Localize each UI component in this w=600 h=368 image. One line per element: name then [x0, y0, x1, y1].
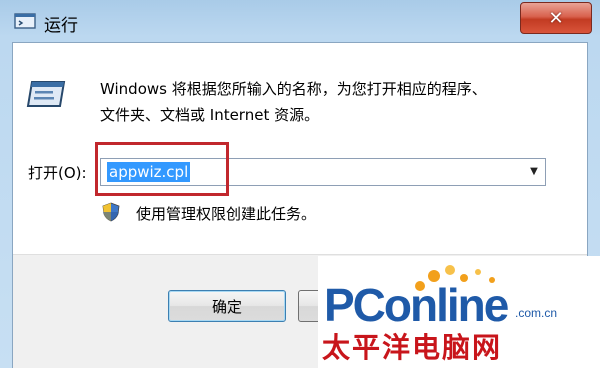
instruction-text: Windows 将根据您所输入的名称，为您打开相应的程序、 文件夹、文档或 In… [100, 76, 570, 128]
open-label: 打开(O): [28, 164, 87, 182]
watermark-brand: PConline [324, 279, 509, 331]
instruction-line-1: Windows 将根据您所输入的名称，为您打开相应的程序、 [100, 80, 487, 98]
uac-shield-icon [102, 202, 120, 222]
pconline-watermark: PConline .com.cn 太平洋电脑网 [318, 256, 600, 368]
annotation-highlight-box [95, 142, 229, 196]
run-dialog: 运行 ✕ Windows 将根据您所输入的名称，为您打开相应的程序、 文件夹、文… [0, 0, 600, 368]
run-dialog-icon [26, 81, 66, 107]
close-icon: ✕ [548, 7, 564, 29]
chevron-down-icon[interactable]: ▼ [527, 164, 541, 180]
close-button[interactable]: ✕ [520, 2, 592, 34]
run-icon [14, 13, 36, 29]
admin-privilege-note: 使用管理权限创建此任务。 [136, 205, 317, 223]
title-bar[interactable]: 运行 ✕ [0, 0, 600, 44]
watermark-domain: .com.cn [515, 306, 558, 320]
ok-button[interactable]: 确定 [168, 290, 286, 322]
watermark-chinese-name: 太平洋电脑网 [322, 331, 503, 364]
window-title: 运行 [44, 16, 78, 36]
instruction-line-2: 文件夹、文档或 Internet 资源。 [100, 106, 320, 124]
